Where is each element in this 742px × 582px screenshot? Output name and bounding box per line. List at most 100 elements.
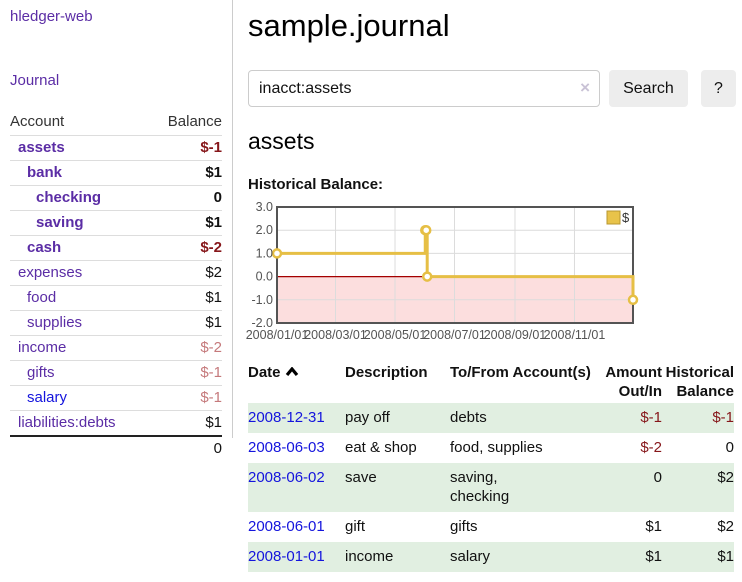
amount-cell: $1: [598, 512, 662, 542]
transaction-date-link[interactable]: 2008-12-31: [248, 409, 325, 426]
account-balance: $-2: [200, 339, 222, 357]
accounts-cell: salary: [450, 542, 598, 572]
accounts-cell: debts: [450, 403, 598, 433]
sidebar-account-link[interactable]: assets: [10, 139, 65, 157]
date-cell: 2008-12-31: [248, 403, 345, 433]
amount-cell: 0: [598, 463, 662, 512]
transaction-date-link[interactable]: 2008-06-01: [248, 518, 325, 535]
accounts-table-header: Account Balance: [10, 110, 222, 136]
accounts-cell: gifts: [450, 512, 598, 542]
description-cell: gift: [345, 512, 450, 542]
balance-cell: $2: [662, 512, 734, 542]
sidebar-account-link[interactable]: cash: [10, 239, 61, 257]
main-content: sample.journal × Search ? assets Histori…: [248, 0, 736, 572]
sidebar-account-link[interactable]: liabilities:debts: [10, 414, 116, 432]
sidebar-account-link[interactable]: income: [10, 339, 66, 357]
sidebar-account-link[interactable]: food: [10, 289, 56, 307]
account-row: liabilities:debts $1: [10, 411, 222, 435]
balance-chart-svg: $3.02.01.00.0-1.0-2.02008/01/012008/03/0…: [248, 203, 736, 345]
sort-ascending-icon: [285, 363, 299, 382]
balance-cell: $1: [662, 542, 734, 572]
sidebar-account-link[interactable]: checking: [10, 189, 101, 207]
chart-x-axis-label: 2008/11/01: [544, 328, 606, 342]
account-balance: $1: [205, 214, 222, 232]
data-point-marker: [273, 249, 281, 257]
chart-x-axis-label: 2008/05/01: [364, 328, 427, 342]
account-row: food $1: [10, 286, 222, 311]
help-button[interactable]: ?: [701, 70, 736, 107]
account-row: supplies $1: [10, 311, 222, 336]
description-cell: save: [345, 463, 450, 512]
column-header-balance: Historical Balance: [662, 361, 734, 403]
sidebar-account-link[interactable]: saving: [10, 214, 84, 232]
chart-y-axis-label: 1.0: [256, 246, 273, 260]
column-header-accounts: To/From Account(s): [450, 361, 598, 403]
chart-y-axis-label: 0.0: [256, 270, 273, 284]
accounts-total-value: 0: [214, 440, 222, 458]
accounts-cell: saving, checking: [450, 463, 598, 512]
accounts-total-row: 0: [10, 435, 222, 461]
account-row: checking0: [10, 186, 222, 211]
search-input[interactable]: [248, 70, 600, 107]
account-balance: $1: [205, 414, 222, 432]
date-cell: 2008-01-01: [248, 542, 345, 572]
clear-search-icon[interactable]: ×: [580, 78, 590, 98]
data-point-marker: [422, 226, 430, 234]
date-cell: 2008-06-01: [248, 512, 345, 542]
search-button[interactable]: Search: [609, 70, 688, 107]
balance-cell: 0: [662, 433, 734, 463]
historical-balance-label: Historical Balance:: [248, 176, 736, 193]
column-header-amount: Amount Out/In: [598, 361, 662, 403]
nav-journal-link[interactable]: Journal: [10, 72, 232, 89]
column-header-date[interactable]: Date: [248, 361, 345, 403]
account-balance: $-1: [200, 364, 222, 382]
sidebar-account-link[interactable]: supplies: [10, 314, 82, 332]
date-cell: 2008-06-02: [248, 463, 345, 512]
account-row: cash $-2: [10, 236, 222, 261]
brand-link[interactable]: hledger-web: [10, 8, 93, 25]
data-point-marker: [629, 296, 637, 304]
date-header-label: Date: [248, 364, 281, 381]
chart-y-axis-label: -1.0: [251, 293, 273, 307]
account-row: gifts $-1: [10, 361, 222, 386]
sidebar-account-link[interactable]: bank: [10, 164, 62, 182]
account-balance: $-1: [200, 139, 222, 157]
account-heading: assets: [248, 128, 736, 155]
accounts-table: Account Balance assets$-1bank$1checking0…: [10, 110, 222, 461]
balance-cell: $2: [662, 463, 734, 512]
account-balance: $1: [205, 289, 222, 307]
transaction-date-link[interactable]: 2008-01-01: [248, 548, 325, 565]
register-row: 2008-01-01incomesalary$1$1: [248, 542, 734, 572]
amount-cell: $-2: [598, 433, 662, 463]
page-title: sample.journal: [248, 8, 736, 44]
amount-cell: $1: [598, 542, 662, 572]
account-row: saving $1: [10, 211, 222, 236]
balance-chart: $3.02.01.00.0-1.0-2.02008/01/012008/03/0…: [248, 203, 736, 345]
transaction-date-link[interactable]: 2008-06-03: [248, 439, 325, 456]
data-point-marker: [423, 273, 431, 281]
chart-x-axis-label: 2008/09/01: [484, 328, 547, 342]
description-cell: pay off: [345, 403, 450, 433]
account-balance: $-2: [200, 239, 222, 257]
account-balance: $1: [205, 314, 222, 332]
account-row: salary $-1: [10, 386, 222, 411]
balance-column-header: Balance: [168, 113, 222, 130]
sidebar-account-link[interactable]: expenses: [10, 264, 82, 282]
register-table: Date Description To/From Account(s) Amou…: [248, 361, 734, 572]
account-balance: $-1: [200, 389, 222, 407]
sidebar-account-link[interactable]: gifts: [10, 364, 55, 382]
account-row: bank $1: [10, 161, 222, 186]
account-balance: $1: [205, 164, 222, 182]
account-row: expenses$2: [10, 261, 222, 286]
amount-cell: $-1: [598, 403, 662, 433]
sidebar-account-link[interactable]: salary: [10, 389, 67, 407]
account-row: assets $-1: [10, 136, 222, 161]
register-row: 2008-06-02 savesaving, checking0$2: [248, 463, 734, 512]
transaction-date-link[interactable]: 2008-06-02: [248, 469, 325, 486]
chart-y-axis-label: 3.0: [256, 200, 273, 214]
register-row: 2008-06-01 giftgifts$1$2: [248, 512, 734, 542]
legend-swatch: [607, 211, 620, 224]
chart-x-axis-label: 2008/07/01: [423, 328, 486, 342]
account-column-header: Account: [10, 113, 64, 130]
chart-x-axis-label: 2008/03/01: [304, 328, 367, 342]
